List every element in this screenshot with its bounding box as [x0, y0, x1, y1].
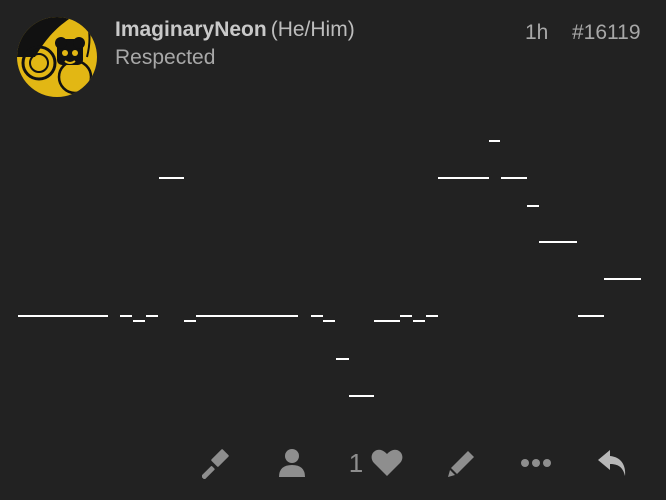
- heart-icon: [371, 449, 403, 476]
- post-time[interactable]: 1h: [525, 21, 548, 45]
- dash-mark: [426, 315, 438, 317]
- dash-mark: [501, 177, 527, 179]
- user-icon: [279, 449, 305, 477]
- dash-mark: [413, 320, 425, 322]
- reply-icon: [598, 450, 626, 476]
- more-button[interactable]: [516, 440, 556, 486]
- dash-mark: [311, 315, 323, 317]
- dash-mark: [539, 241, 577, 243]
- post-username[interactable]: ImaginaryNeon (He/Him): [115, 18, 355, 42]
- dash-mark: [527, 205, 539, 207]
- dash-mark: [120, 315, 132, 317]
- user-card-button[interactable]: [272, 440, 312, 486]
- dash-mark: [196, 315, 298, 317]
- post-body-art: [18, 140, 641, 397]
- reply-button[interactable]: [592, 440, 632, 486]
- like-button[interactable]: 1: [340, 440, 412, 486]
- dash-mark: [323, 320, 335, 322]
- avatar[interactable]: [17, 17, 97, 97]
- dash-mark: [336, 358, 349, 360]
- like-count: 1: [348, 447, 364, 478]
- dash-mark: [349, 395, 374, 397]
- pronouns-text: (He/Him): [270, 18, 355, 41]
- more-icon: [521, 459, 551, 467]
- dash-mark: [184, 320, 196, 322]
- post-actions: 1: [0, 440, 666, 486]
- flag-button[interactable]: [198, 440, 238, 486]
- dash-mark: [604, 278, 641, 280]
- user-title: Respected: [115, 46, 216, 69]
- gavel-icon: [202, 449, 229, 479]
- dash-mark: [489, 140, 500, 142]
- pencil-icon: [448, 451, 474, 477]
- dash-mark: [438, 177, 489, 179]
- dash-mark: [400, 315, 412, 317]
- post-number[interactable]: #16119: [572, 21, 641, 45]
- avatar-image: [17, 17, 97, 97]
- post: ImaginaryNeon (He/Him) Respected 1h #1611…: [0, 0, 666, 500]
- dash-mark: [18, 315, 108, 317]
- dash-mark: [578, 315, 604, 317]
- dash-mark: [374, 320, 400, 322]
- dash-mark: [159, 177, 184, 179]
- dash-mark: [133, 320, 145, 322]
- edit-button[interactable]: [442, 440, 482, 486]
- username-text[interactable]: ImaginaryNeon: [115, 18, 267, 41]
- dash-mark: [146, 315, 158, 317]
